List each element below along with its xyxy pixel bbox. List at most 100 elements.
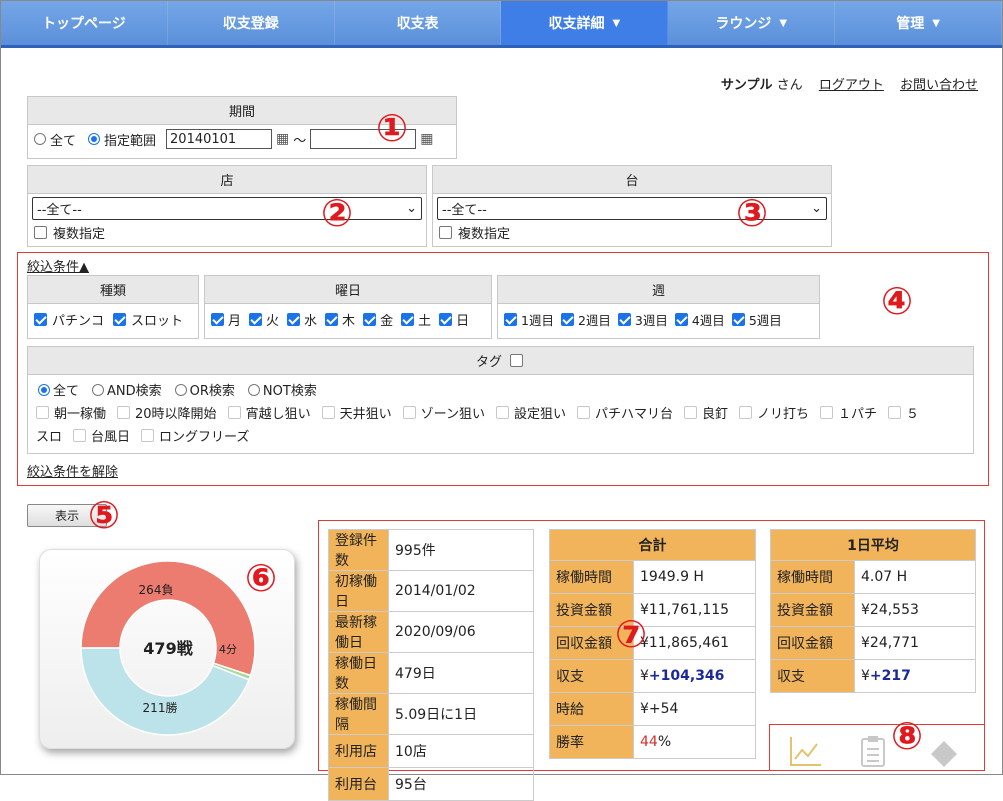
tag-mode-label: AND検索 — [107, 384, 162, 399]
calendar-icon[interactable]: ▦ — [420, 131, 433, 147]
weekday-checkbox[interactable] — [287, 313, 301, 326]
tag-checkbox[interactable] — [495, 406, 509, 419]
tag-label: 20時以降開始 — [135, 407, 217, 422]
week-label: 4週目 — [691, 313, 725, 328]
clipboard-icon[interactable] — [859, 735, 887, 767]
currency-symbol: ¥ — [861, 668, 870, 684]
total-value: ¥+104,346 — [633, 659, 756, 693]
weekday-label: 木 — [342, 314, 356, 329]
tag-mode-radio[interactable] — [174, 383, 187, 396]
total-row: 時給 ¥+54 — [549, 692, 756, 726]
balance-value: +104,346 — [648, 668, 725, 684]
tag-checkbox[interactable] — [36, 406, 49, 419]
tag-checkbox[interactable] — [117, 406, 131, 419]
daily-value: ¥24,771 — [854, 626, 976, 660]
contact-link[interactable]: お問い合わせ — [900, 78, 978, 93]
total-key: 勝率 — [549, 725, 634, 759]
week-label: 5週目 — [748, 313, 782, 328]
week-checkbox[interactable] — [504, 313, 517, 326]
filter-clear-link[interactable]: 絞込条件を解除 — [27, 461, 118, 480]
weekday-checkbox[interactable] — [249, 313, 263, 326]
tag-checkbox[interactable] — [888, 406, 902, 419]
tag-checkbox[interactable] — [820, 406, 834, 419]
nav-register[interactable]: 収支登録 — [168, 1, 335, 45]
user-name: サンプル — [720, 78, 773, 93]
shop-panel: 店 --全て-- ⌄ 複数指定 — [27, 165, 427, 247]
tag-checkbox[interactable] — [739, 406, 752, 419]
tag-checkbox[interactable] — [576, 406, 590, 419]
chevron-down-icon: ⌄ — [811, 201, 822, 216]
line-chart-icon[interactable] — [789, 735, 823, 767]
marker-4: ④ — [881, 279, 914, 323]
marker-2: ② — [321, 191, 354, 235]
tag-mode-label: 全て — [53, 384, 80, 399]
nav-top-page[interactable]: トップページ — [1, 1, 168, 45]
tag-label: パチハマリ台 — [594, 407, 673, 422]
tag-mode-radio[interactable] — [38, 383, 50, 396]
calendar-icon[interactable]: ▦ — [276, 131, 289, 147]
tag-mode-radio[interactable] — [247, 383, 260, 396]
marker-3: ③ — [736, 191, 769, 235]
tag-icon[interactable] — [929, 739, 959, 769]
week-title: 週 — [498, 276, 819, 304]
tag-panel: タグ 全て AND検索 OR検索 NOT検索 朝一稼働 20時以降開始 宵越し狙… — [27, 346, 974, 454]
weekday-checkbox[interactable] — [401, 313, 415, 326]
summary-key: 利用店 — [328, 734, 389, 768]
tag-mode-radio[interactable] — [92, 383, 105, 396]
tag-label: 設定狙い — [513, 407, 566, 422]
summary-key: 利用台 — [328, 767, 389, 801]
summary-key: 登録件数 — [328, 529, 389, 571]
kind-checkbox[interactable] — [34, 313, 47, 326]
tag-checkbox[interactable] — [227, 406, 241, 419]
caret-down-icon: ▼ — [779, 17, 788, 29]
tag-checkbox[interactable] — [141, 429, 155, 442]
weekday-checkbox[interactable] — [211, 313, 224, 326]
kind-label: スロット — [131, 314, 184, 329]
week-checkbox[interactable] — [617, 313, 631, 326]
tag-checkbox[interactable] — [321, 406, 335, 419]
tag-label: スロ — [36, 430, 63, 445]
summary-value: 95台 — [388, 767, 534, 801]
nav-lounge[interactable]: ラウンジ ▼ — [668, 1, 836, 45]
tag-all-checkbox[interactable] — [510, 354, 523, 367]
caret-down-icon: ▼ — [932, 17, 940, 29]
total-row: 回収金額 ¥11,865,461 — [549, 626, 756, 660]
kind-label: パチンコ — [52, 314, 105, 329]
tag-checkbox[interactable] — [73, 429, 87, 442]
total-value: ¥11,865,461 — [633, 626, 756, 660]
week-label: 2週目 — [577, 313, 611, 328]
summary-value: 10店 — [388, 734, 534, 768]
daily-value: ¥+217 — [854, 659, 976, 693]
daily-value: ¥24,553 — [854, 593, 976, 627]
period-from-input[interactable]: 20140101 — [166, 129, 273, 149]
period-all-radio[interactable] — [34, 133, 46, 145]
week-checkbox[interactable] — [731, 313, 745, 326]
kind-checkbox[interactable] — [113, 313, 127, 326]
weekday-label: 水 — [304, 314, 318, 329]
week-checkbox[interactable] — [674, 313, 688, 326]
tag-checkbox[interactable] — [683, 406, 697, 419]
shop-multi-checkbox[interactable] — [34, 226, 47, 239]
filter-toggle-link[interactable]: 絞込条件▲ — [27, 256, 89, 275]
summary-table: 登録件数 995件 初稼働日 2014/01/02 最新稼働日 2020/09/06… — [328, 529, 534, 801]
weekday-checkbox[interactable] — [363, 313, 377, 326]
machine-multi-checkbox[interactable] — [439, 226, 452, 239]
marker-6: ⑥ — [245, 556, 278, 600]
nav-ledger[interactable]: 収支表 — [335, 1, 502, 45]
total-table: 合計 稼働時間 1949.9 H 投資金額 ¥11,761,115 回収金額 ¥11,865… — [549, 529, 756, 759]
nav-admin[interactable]: 管理 ▼ — [835, 1, 1002, 45]
machine-select[interactable]: --全て-- ⌄ — [437, 197, 827, 220]
shop-select[interactable]: --全て-- ⌄ — [32, 197, 422, 220]
period-range-radio[interactable] — [88, 133, 101, 145]
logout-link[interactable]: ログアウト — [819, 78, 884, 93]
total-header-row: 合計 — [549, 529, 756, 561]
marker-5: ⑤ — [88, 493, 121, 537]
nav-details[interactable]: 収支詳細 ▼ — [501, 1, 669, 45]
weekday-checkbox[interactable] — [439, 313, 453, 326]
tag-checkbox[interactable] — [402, 406, 416, 419]
weekday-checkbox[interactable] — [325, 313, 339, 326]
week-checkbox[interactable] — [560, 313, 574, 326]
summary-row: 稼働間隔 5.09日に1日 — [328, 693, 534, 735]
top-nav: トップページ 収支登録 収支表 収支詳細 ▼ ラウンジ ▼ 管理 ▼ — [1, 1, 1002, 48]
tag-label: 台風日 — [91, 430, 131, 445]
